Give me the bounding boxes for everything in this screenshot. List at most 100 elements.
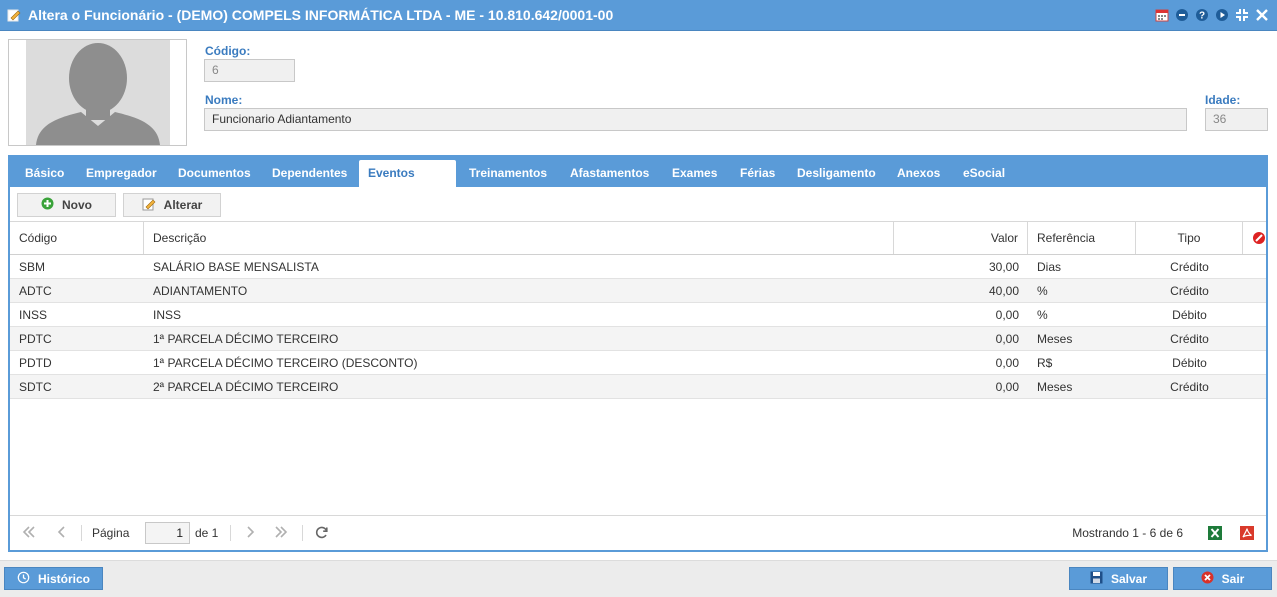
last-page-icon[interactable] [274,525,288,542]
refresh-icon[interactable] [314,525,329,543]
historico-label: Histórico [37,571,90,586]
next-page-icon[interactable] [243,525,257,542]
tab-esocial[interactable]: eSocial [954,160,1014,187]
tab-anexos[interactable]: Anexos [888,160,949,187]
pager-divider [230,525,231,541]
pdf-export-icon[interactable] [1240,526,1254,543]
cell-tipo: Débito [1172,356,1207,370]
save-icon [1090,571,1103,587]
table-row[interactable]: PDTC 1ª PARCELA DÉCIMO TERCEIRO 0,00 Mes… [10,327,1266,351]
idade-field[interactable]: 36 [1205,108,1268,131]
historico-button[interactable]: Histórico [4,567,103,590]
tab-empregador[interactable]: Empregador [77,160,166,187]
cell-descricao: SALÁRIO BASE MENSALISTA [153,260,319,274]
edit-icon [7,8,21,22]
page-input[interactable]: 1 [145,522,190,544]
column-header-valor[interactable]: Valor [894,222,1028,254]
tab-afastamentos[interactable]: Afastamentos [561,160,658,187]
grid-toolbar: Novo Alterar [10,187,1266,221]
column-header-codigo[interactable]: Código [10,222,144,254]
salvar-label: Salvar [1110,571,1148,586]
window-title: Altera o Funcionário - (DEMO) COMPELS IN… [28,7,614,23]
alterar-button[interactable]: Alterar [123,193,221,217]
codigo-field[interactable]: 6 [204,59,295,82]
cell-tipo: Crédito [1170,332,1209,346]
exit-icon [1201,571,1214,587]
svg-text:?: ? [1199,11,1205,22]
grid-pager: Página 1 de 1 Mostrando 1 - 6 de 6 [10,515,1266,550]
page-label: Página [92,526,130,540]
cell-descricao: 1ª PARCELA DÉCIMO TERCEIRO (DESCONTO) [153,356,418,370]
cell-tipo: Crédito [1170,260,1209,274]
edit-icon [142,197,156,214]
cell-descricao: ADIANTAMENTO [153,284,248,298]
sair-button[interactable]: Sair [1173,567,1272,590]
tab-desligamento[interactable]: Desligamento [788,160,885,187]
cell-valor: 0,00 [995,356,1019,370]
cell-valor: 0,00 [995,332,1019,346]
cell-codigo: SDTC [19,380,52,394]
tab-treinamentos[interactable]: Treinamentos [460,160,556,187]
novo-label: Novo [62,198,92,212]
tab-basico[interactable]: Básico [16,160,73,187]
employee-photo[interactable] [8,39,187,146]
table-row[interactable]: SBM SALÁRIO BASE MENSALISTA 30,00 Dias C… [10,255,1266,279]
window-titlebar: Altera o Funcionário - (DEMO) COMPELS IN… [0,0,1277,31]
cell-valor: 0,00 [995,308,1019,322]
cell-descricao: INSS [153,308,182,322]
first-page-icon[interactable] [22,525,36,542]
play-icon[interactable] [1215,8,1229,22]
cell-tipo: Crédito [1170,284,1209,298]
pager-divider [81,525,82,541]
column-header-tipo[interactable]: Tipo [1136,222,1243,254]
cell-codigo: PDTC [19,332,52,346]
table-row[interactable]: PDTD 1ª PARCELA DÉCIMO TERCEIRO (DESCONT… [10,351,1266,375]
alterar-label: Alterar [163,198,203,212]
tab-ferias[interactable]: Férias [731,160,784,187]
cell-referencia: Meses [1037,332,1073,346]
idade-label: Idade: [1205,93,1241,107]
pager-status: Mostrando 1 - 6 de 6 [1072,526,1183,540]
tab-dependentes[interactable]: Dependentes [263,160,356,187]
grid-header: Código Descrição Valor Referência Tipo [10,222,1266,255]
calendar-icon[interactable] [1155,8,1169,22]
eventos-grid: Código Descrição Valor Referência Tipo S… [10,221,1266,515]
tab-eventos-fixos[interactable]: Eventos Fixos [359,160,456,207]
minus-circle-icon[interactable] [1175,8,1189,22]
cell-valor: 30,00 [988,260,1019,274]
cell-valor: 40,00 [988,284,1019,298]
cell-tipo: Débito [1172,308,1207,322]
collapse-icon[interactable] [1235,8,1249,22]
pager-divider [302,525,303,541]
cell-valor: 0,00 [995,380,1019,394]
codigo-label: Código: [205,44,251,58]
history-icon [17,571,30,587]
novo-button[interactable]: Novo [17,193,116,217]
help-icon[interactable]: ? [1195,8,1209,22]
tab-panel: Básico Empregador Documentos Dependentes… [8,155,1268,552]
column-header-descricao[interactable]: Descrição [144,222,894,254]
cell-referencia: % [1037,284,1048,298]
column-header-referencia[interactable]: Referência [1028,222,1136,254]
close-icon[interactable] [1255,8,1269,22]
tab-exames[interactable]: Exames [663,160,726,187]
prev-page-icon[interactable] [55,525,69,542]
nome-label: Nome: [205,93,243,107]
cell-referencia: Dias [1037,260,1062,274]
cell-referencia: % [1037,308,1048,322]
excel-export-icon[interactable] [1208,526,1222,543]
sair-label: Sair [1221,571,1245,586]
avatar-placeholder-icon [26,40,170,145]
table-row[interactable]: SDTC 2ª PARCELA DÉCIMO TERCEIRO 0,00 Mes… [10,375,1266,399]
page-total-label: de 1 [195,526,219,540]
table-row[interactable]: INSS INSS 0,00 % Débito [10,303,1266,327]
cell-codigo: INSS [19,308,48,322]
salvar-button[interactable]: Salvar [1069,567,1168,590]
dialog-footer: Histórico Salvar Sair [0,560,1277,597]
nome-field[interactable]: Funcionario Adiantamento [204,108,1187,131]
column-clear-icon[interactable] [1252,231,1266,248]
cell-codigo: SBM [19,260,46,274]
cell-tipo: Crédito [1170,380,1209,394]
tab-documentos[interactable]: Documentos [169,160,260,187]
table-row[interactable]: ADTC ADIANTAMENTO 40,00 % Crédito [10,279,1266,303]
